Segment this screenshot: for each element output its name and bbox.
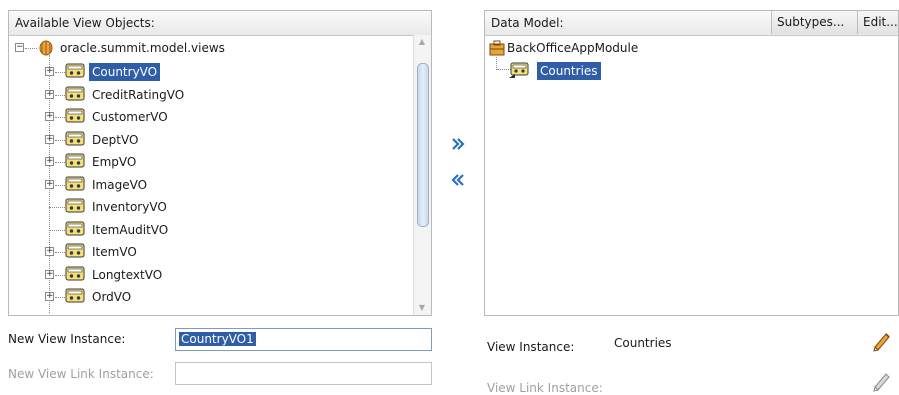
data-model-title: Data Model: [491, 16, 564, 30]
new-view-instance-value: CountryVO1 [179, 332, 256, 346]
tree-item-label: ImageVO [92, 177, 148, 192]
edit-view-instance-button[interactable] [870, 330, 892, 352]
view-instance-value: Countries [614, 336, 672, 350]
tree-item[interactable]: + CustomerVO [45, 106, 385, 128]
new-view-link-instance-input[interactable] [175, 362, 432, 385]
view-object-icon [65, 221, 85, 235]
tree-item-label: CreditRatingVO [92, 87, 185, 102]
remove-from-data-model-button[interactable] [449, 173, 467, 191]
view-object-icon [65, 288, 85, 303]
tree-item[interactable]: + ItemVO [45, 241, 385, 263]
expand-icon[interactable]: + [45, 157, 54, 166]
tree-item-label: OrdVO [92, 290, 132, 304]
scroll-down-arrow-icon[interactable]: ▼ [414, 301, 430, 315]
available-panel-title: Available View Objects: [15, 16, 155, 30]
tree-item[interactable]: ItemAuditVO [45, 219, 385, 241]
expand-icon[interactable]: + [45, 67, 54, 76]
expand-icon[interactable]: + [45, 89, 54, 99]
expand-icon[interactable]: + [45, 269, 54, 279]
tree-item[interactable]: + LongtextVO [45, 264, 385, 286]
collapse-icon[interactable]: − [15, 43, 24, 52]
data-model-header: Data Model: Subtypes... Edit... [485, 11, 898, 36]
tree-item[interactable]: + CreditRatingVO [45, 84, 385, 106]
package-node[interactable]: − oracle.summit.model.views [15, 37, 395, 59]
view-object-icon [65, 63, 85, 78]
edit-view-link-instance-button[interactable] [870, 370, 892, 392]
application-module-icon [489, 40, 505, 56]
tree-item-label: CustomerVO [92, 110, 168, 124]
view-instance-label: View Instance: [487, 340, 575, 354]
view-object-instance-icon [509, 62, 529, 78]
available-panel-header: Available View Objects: [9, 11, 431, 36]
view-object-icon [65, 176, 85, 190]
package-icon [39, 40, 53, 56]
tree-item-label: ItemVO [92, 245, 137, 259]
new-view-instance-input[interactable]: CountryVO1 [175, 328, 432, 351]
instance-label: Countries [537, 62, 601, 80]
tree-item[interactable]: InventoryVO [45, 196, 385, 218]
view-object-icon [65, 131, 85, 145]
add-to-data-model-button[interactable] [449, 137, 467, 155]
expand-icon[interactable]: + [45, 179, 54, 189]
tree-item[interactable]: + ImageVO [45, 174, 385, 196]
data-model-panel: Data Model: Subtypes... Edit... BackOffi… [484, 10, 899, 316]
pencil-icon [873, 333, 890, 352]
tree-item-label: InventoryVO [92, 200, 167, 214]
subtypes-button[interactable]: Subtypes... [771, 11, 857, 34]
view-object-icon [65, 153, 85, 168]
view-link-instance-label: View Link Instance: [487, 381, 603, 395]
scroll-thumb[interactable] [417, 63, 429, 227]
double-chevron-right-icon [452, 138, 465, 150]
tree-item[interactable]: + OrdVO [45, 286, 385, 308]
new-view-instance-label: New View Instance: [8, 332, 126, 346]
edit-button[interactable]: Edit... [857, 11, 898, 34]
tree-item-label: DeptVO [92, 132, 139, 147]
scroll-up-arrow-icon[interactable]: ▲ [414, 35, 430, 49]
tree-item-label: ItemAuditVO [92, 222, 169, 237]
pencil-disabled-icon [873, 373, 890, 392]
tree-item-label: CountryVO [89, 63, 161, 81]
module-label: BackOfficeAppModule [507, 41, 639, 55]
expand-icon[interactable]: + [45, 134, 54, 144]
expand-icon[interactable]: + [45, 112, 54, 121]
available-vertical-scrollbar[interactable]: ▲ ▼ [413, 35, 431, 315]
tree-item-label: LongtextVO [92, 267, 163, 282]
double-chevron-left-icon [451, 174, 464, 186]
view-object-icon [65, 108, 85, 123]
view-object-icon [65, 86, 85, 100]
expand-icon[interactable]: + [45, 247, 54, 256]
tree-item-label: EmpVO [92, 155, 137, 169]
package-label: oracle.summit.model.views [60, 41, 225, 55]
available-view-objects-panel: Available View Objects: − oracle.summit.… [8, 10, 432, 316]
view-object-icon [65, 243, 85, 258]
tree-item[interactable]: + EmpVO [45, 151, 385, 173]
expand-icon[interactable]: + [45, 292, 54, 301]
tree-item[interactable]: + CountryVO [45, 61, 385, 83]
tree-item[interactable]: + DeptVO [45, 129, 385, 151]
view-object-icon [65, 266, 85, 280]
available-tree[interactable]: − oracle.summit.model.views + CountryVO + C… [9, 35, 415, 315]
new-view-link-instance-label: New View Link Instance: [8, 367, 154, 381]
view-object-icon [65, 198, 85, 213]
